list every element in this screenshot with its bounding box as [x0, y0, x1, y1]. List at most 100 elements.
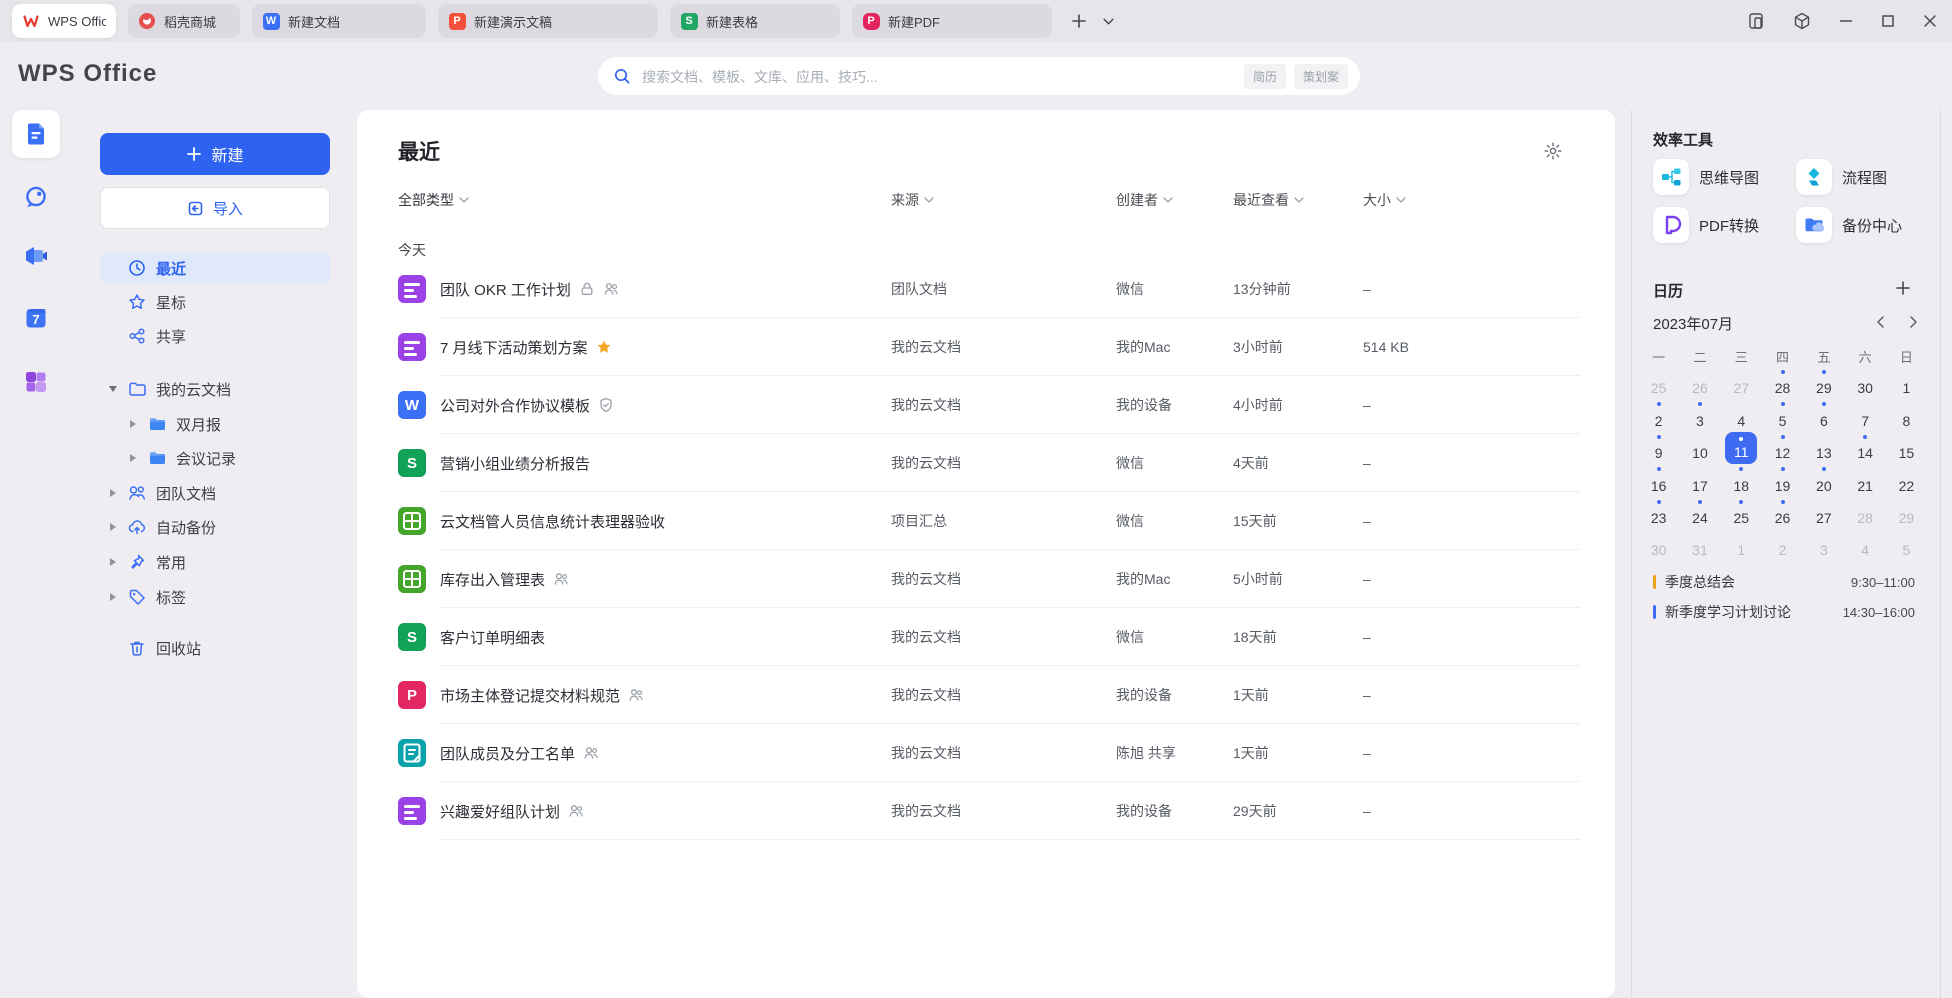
calendar-day[interactable]: 7 [1844, 399, 1885, 431]
calendar-day[interactable]: 12 [1762, 432, 1803, 464]
tab-new-presentation[interactable]: P 新建演示文稿 [438, 4, 658, 38]
file-row[interactable]: 团队 OKR 工作计划 团队文档 微信 13分钟前 – [357, 260, 1615, 318]
calendar-day[interactable]: 8 [1886, 399, 1927, 431]
new-document-button[interactable]: 新建 [100, 133, 330, 175]
expand-caret-icon[interactable] [108, 488, 118, 498]
search-tag-resume[interactable]: 简历 [1244, 64, 1286, 89]
calendar-day[interactable]: 5 [1886, 529, 1927, 561]
tool-backup-center[interactable]: 备份中心 [1796, 207, 1902, 243]
filter-all-types[interactable]: 全部类型 [398, 190, 469, 210]
tab-new-document[interactable]: W 新建文档 [252, 4, 426, 38]
calendar-day[interactable]: 27 [1803, 497, 1844, 529]
close-button[interactable] [1922, 13, 1938, 29]
collapse-caret-icon[interactable] [108, 384, 118, 394]
file-row[interactable]: 7 月线下活动策划方案 我的云文档 我的Mac 3小时前 514 KB [357, 318, 1615, 376]
expand-caret-icon[interactable] [108, 522, 118, 532]
calendar-day[interactable]: 2 [1762, 529, 1803, 561]
calendar-day[interactable]: 2 [1638, 399, 1679, 431]
calendar-event[interactable]: 季度总结会 9:30–11:00 [1653, 572, 1915, 592]
calendar-day[interactable]: 17 [1679, 464, 1720, 496]
workspace-cube-icon[interactable] [1792, 11, 1812, 31]
sidebar-item-trash[interactable]: 回收站 [100, 633, 330, 663]
file-row[interactable]: W 公司对外合作协议模板 我的云文档 我的设备 4小时前 – [357, 376, 1615, 434]
maximize-button[interactable] [1880, 13, 1896, 29]
calendar-day[interactable]: 20 [1803, 464, 1844, 496]
import-button[interactable]: 导入 [100, 187, 330, 229]
mobile-connect-icon[interactable] [1746, 11, 1766, 31]
minimize-button[interactable] [1838, 13, 1854, 29]
sidebar-item-frequent[interactable]: 常用 [100, 547, 330, 577]
calendar-day[interactable]: 10 [1679, 432, 1720, 464]
sidebar-item-team-docs[interactable]: 团队文档 [100, 478, 330, 508]
sidebar-item-meeting-notes[interactable]: 会议记录 [100, 443, 330, 473]
calendar-day[interactable]: 3 [1679, 399, 1720, 431]
new-tab-button[interactable] [1062, 4, 1096, 38]
sidebar-item-shared[interactable]: 共享 [100, 321, 330, 351]
rail-meeting-icon[interactable] [12, 232, 60, 280]
calendar-day[interactable]: 1 [1886, 367, 1927, 399]
tool-flowchart[interactable]: 流程图 [1796, 159, 1887, 195]
calendar-day[interactable]: 27 [1721, 367, 1762, 399]
calendar-day[interactable]: 28 [1844, 497, 1885, 529]
calendar-day[interactable]: 1 [1721, 529, 1762, 561]
calendar-day[interactable]: 28 [1762, 367, 1803, 399]
rail-apps-icon[interactable] [12, 358, 60, 406]
calendar-day[interactable]: 29 [1886, 497, 1927, 529]
calendar-day[interactable]: 29 [1803, 367, 1844, 399]
expand-caret-icon[interactable] [128, 419, 138, 429]
calendar-day[interactable]: 6 [1803, 399, 1844, 431]
file-row[interactable]: S 客户订单明细表 我的云文档 微信 18天前 – [357, 608, 1615, 666]
calendar-day[interactable]: 19 [1762, 464, 1803, 496]
calendar-next-icon[interactable] [1906, 315, 1920, 329]
sidebar-item-recent[interactable]: 最近 [100, 253, 330, 283]
calendar-day[interactable]: 11 [1725, 432, 1757, 464]
calendar-day[interactable]: 4 [1721, 399, 1762, 431]
calendar-day[interactable]: 9 [1638, 432, 1679, 464]
file-row[interactable]: 云文档管人员信息统计表理器验收 项目汇总 微信 15天前 – [357, 492, 1615, 550]
file-row[interactable]: P 市场主体登记提交材料规范 我的云文档 我的设备 1天前 – [357, 666, 1615, 724]
calendar-event[interactable]: 新季度学习计划讨论 14:30–16:00 [1653, 602, 1915, 622]
tab-list-dropdown[interactable] [1096, 4, 1120, 38]
calendar-day[interactable]: 25 [1721, 497, 1762, 529]
file-row[interactable]: 库存出入管理表 我的云文档 我的Mac 5小时前 – [357, 550, 1615, 608]
calendar-day[interactable]: 25 [1638, 367, 1679, 399]
calendar-day[interactable]: 30 [1638, 529, 1679, 561]
calendar-day[interactable]: 5 [1762, 399, 1803, 431]
expand-caret-icon[interactable] [108, 592, 118, 602]
rail-documents-icon[interactable] [12, 110, 60, 158]
calendar-day[interactable]: 4 [1844, 529, 1885, 561]
tab-docer-store[interactable]: 稻壳商城 [128, 4, 240, 38]
calendar-day[interactable]: 3 [1803, 529, 1844, 561]
search-input[interactable] [640, 57, 1204, 97]
global-search-bar[interactable]: 简历 策划案 [598, 57, 1360, 95]
filter-source[interactable]: 来源 [891, 190, 934, 210]
tab-new-pdf[interactable]: P 新建PDF [852, 4, 1052, 38]
calendar-day[interactable]: 26 [1762, 497, 1803, 529]
tab-wps-home[interactable]: WPS Office [12, 4, 116, 38]
calendar-day[interactable]: 30 [1844, 367, 1885, 399]
calendar-day[interactable]: 15 [1886, 432, 1927, 464]
calendar-day[interactable]: 24 [1679, 497, 1720, 529]
calendar-day[interactable]: 26 [1679, 367, 1720, 399]
tool-mind-map[interactable]: 思维导图 [1653, 159, 1759, 195]
rail-chat-icon[interactable] [12, 173, 60, 221]
calendar-day[interactable]: 18 [1721, 464, 1762, 496]
expand-caret-icon[interactable] [128, 453, 138, 463]
calendar-day[interactable]: 13 [1803, 432, 1844, 464]
tool-pdf-convert[interactable]: PDF转换 [1653, 207, 1759, 243]
expand-caret-icon[interactable] [108, 557, 118, 567]
calendar-day[interactable]: 16 [1638, 464, 1679, 496]
file-row[interactable]: 团队成员及分工名单 我的云文档 陈旭 共享 1天前 – [357, 724, 1615, 782]
filter-size[interactable]: 大小 [1363, 190, 1406, 210]
sidebar-item-tags[interactable]: 标签 [100, 582, 330, 612]
file-row[interactable]: 兴趣爱好组队计划 我的云文档 我的设备 29天前 – [357, 782, 1615, 840]
calendar-day[interactable]: 14 [1844, 432, 1885, 464]
sidebar-item-my-cloud-docs[interactable]: 我的云文档 [100, 374, 330, 404]
filter-creator[interactable]: 创建者 [1116, 190, 1173, 210]
calendar-day[interactable]: 21 [1844, 464, 1885, 496]
calendar-day[interactable]: 22 [1886, 464, 1927, 496]
calendar-day[interactable]: 31 [1679, 529, 1720, 561]
calendar-prev-icon[interactable] [1874, 315, 1888, 329]
file-row[interactable]: S 营销小组业绩分析报告 我的云文档 微信 4天前 – [357, 434, 1615, 492]
search-tag-proposal[interactable]: 策划案 [1294, 64, 1348, 89]
